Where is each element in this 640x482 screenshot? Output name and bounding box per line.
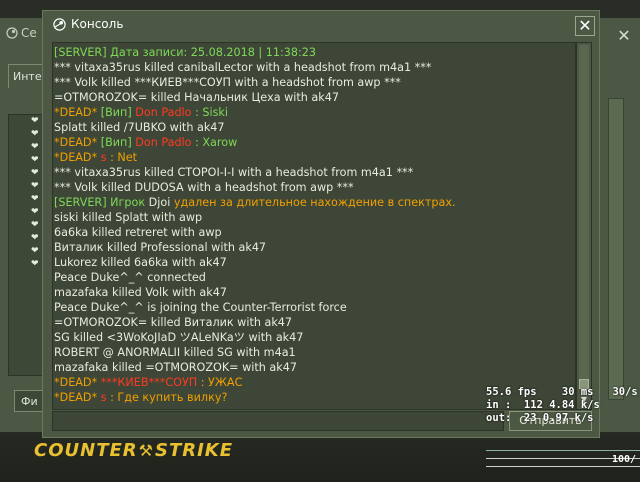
- scrollbar-track[interactable]: [579, 45, 589, 389]
- console-log-segment: *** vitaxa35rus killed СТОРОI-I-I with a…: [54, 166, 414, 179]
- net-graph: 55.6 fps 30 ms 30/s in : 112 4.84 k/s ou…: [486, 386, 640, 425]
- console-log-segment: Peace Duke^_^ is joining the Counter-Ter…: [54, 301, 347, 314]
- console-log[interactable]: [SERVER] Дата записи: 25.08.2018 | 11:38…: [52, 42, 576, 410]
- console-log-line: Lukorez killed 6a6ka with ak47: [54, 255, 575, 270]
- background-right-panel: ✕: [600, 18, 640, 438]
- console-log-segment: Splatt killed /7UBKO with ak47: [54, 121, 225, 134]
- console-log-line: Peace Duke^_^ connected: [54, 270, 575, 285]
- console-log-segment: Don Padlo: [135, 136, 192, 149]
- console-log-line: SG killed <3WoKoJIaD ツALeNKaツ with ak47: [54, 330, 575, 345]
- console-log-segment: удален за длительное нахождение в спектр…: [170, 196, 456, 209]
- console-log-segment: [SERVER]: [54, 196, 111, 209]
- console-log-line: *** vitaxa35rus killed canibalLector wit…: [54, 60, 575, 75]
- console-log-segment: Peace Duke^_^ connected: [54, 271, 206, 284]
- console-log-segment: mazafaka killed Volk with ak47: [54, 286, 227, 299]
- console-log-segment: Don Padlo: [135, 106, 192, 119]
- console-log-segment: [Вип]: [100, 106, 136, 119]
- steam-icon: [6, 27, 18, 39]
- console-log-line: *** vitaxa35rus killed СТОРОI-I-I with a…: [54, 165, 575, 180]
- console-log-segment: *DEAD*: [54, 376, 101, 389]
- console-log-segment: 6a6ka killed retreret with awp: [54, 226, 222, 239]
- console-log-segment: mazafaka killed =OTMOROZOK= with ak47: [54, 361, 297, 374]
- console-log-line: =OTMOROZOK= killed Начальник Цеха with a…: [54, 90, 575, 105]
- background-close-icon[interactable]: ✕: [614, 26, 634, 46]
- net-fps: 55.6 fps: [486, 386, 537, 398]
- net-out: out: 23 0.97 k/s: [486, 412, 594, 424]
- console-title: Консоль: [71, 17, 124, 31]
- console-log-segment: Игрок: [110, 196, 149, 209]
- console-log-line: Peace Duke^_^ is joining the Counter-Ter…: [54, 300, 575, 315]
- console-log-segment: : Net: [106, 151, 138, 164]
- logo-text-right: STRIKE: [154, 440, 234, 461]
- console-log-segment: ROBERT @ ANORMALII killed SG with m4a1: [54, 346, 296, 359]
- logo-mark-icon: ⚒: [138, 441, 154, 460]
- console-log-line: *** Volk killed ***КИЕВ***СОУП with a he…: [54, 75, 575, 90]
- hud-right-counter: 100/: [612, 454, 637, 465]
- net-in: in : 112 4.84 k/s: [486, 399, 600, 411]
- net-graph-row-1: 55.6 fps 30 ms 30/s: [486, 386, 640, 399]
- console-log-line: ROBERT @ ANORMALII killed SG with m4a1: [54, 345, 575, 360]
- background-window-titlebar: Се: [0, 18, 48, 48]
- console-log-segment: Djoi: [148, 196, 171, 209]
- console-log-line: Виталик killed Professional with ak47: [54, 240, 575, 255]
- console-log-segment: *** Volk killed DUDOSA with a headshot f…: [54, 181, 354, 194]
- console-log-segment: =OTMOROZOK= killed Виталик with ak47: [54, 316, 293, 329]
- console-log-line: *DEAD* [Вип] Don Padlo : Xarow: [54, 135, 575, 150]
- console-log-segment: : Где купить вилку?: [106, 391, 228, 404]
- console-log-segment: *** vitaxa35rus killed canibalLector wit…: [54, 61, 432, 74]
- console-log-segment: : УЖАС: [197, 376, 243, 389]
- net-ms: 30 ms: [561, 386, 594, 398]
- console-log-line: [SERVER] Игрок Djoi удален за длительное…: [54, 195, 575, 210]
- close-button[interactable]: ✕: [575, 16, 595, 36]
- net-rate: 30/s: [612, 386, 638, 398]
- console-log-line: *** Volk killed DUDOSA with a headshot f…: [54, 180, 575, 195]
- console-log-segment: : Siski: [191, 106, 229, 119]
- console-log-segment: Дата записи: 25.08.2018 | 11:38:23: [110, 46, 316, 59]
- steam-icon: [53, 18, 66, 31]
- console-log-line: [SERVER] Дата записи: 25.08.2018 | 11:38…: [54, 45, 575, 60]
- console-log-line: siski killed Splatt with awp: [54, 210, 575, 225]
- console-log-segment: *** Volk killed ***КИЕВ***СОУП with a he…: [54, 76, 401, 89]
- console-log-segment: siski killed Splatt with awp: [54, 211, 203, 224]
- console-log-line: =OTMOROZOK= killed Виталик with ak47: [54, 315, 575, 330]
- console-log-line: *DEAD* [Вип] Don Padlo : Siski: [54, 105, 575, 120]
- console-log-line: mazafaka killed Volk with ak47: [54, 285, 575, 300]
- console-log-line: Splatt killed /7UBKO with ak47: [54, 120, 575, 135]
- console-log-segment: *DEAD*: [54, 151, 101, 164]
- background-scrollbar[interactable]: [608, 98, 624, 400]
- console-log-segment: : Xarow: [191, 136, 238, 149]
- logo-text-left: COUNTER: [34, 440, 138, 461]
- console-log-segment: Lukorez killed 6a6ka with ak47: [54, 256, 227, 269]
- background-window-title: Се: [21, 26, 37, 40]
- console-log-segment: *DEAD*: [54, 136, 101, 149]
- console-log-lines: [SERVER] Дата записи: 25.08.2018 | 11:38…: [53, 43, 575, 405]
- console-log-segment: Виталик killed Professional with ak47: [54, 241, 267, 254]
- console-titlebar[interactable]: Консоль ✕: [43, 11, 599, 39]
- counter-strike-logo: COUNTER⚒STRIKE: [34, 440, 233, 461]
- console-log-segment: =OTMOROZOK= killed Начальник Цеха with a…: [54, 91, 339, 104]
- console-log-segment: *DEAD*: [54, 391, 101, 404]
- console-log-segment: [SERVER]: [54, 46, 111, 59]
- console-log-line: mazafaka killed =OTMOROZOK= with ak47: [54, 360, 575, 375]
- console-command-input[interactable]: [52, 411, 504, 431]
- console-scrollbar[interactable]: ▼: [576, 42, 592, 410]
- console-log-line: *DEAD* s : Net: [54, 150, 575, 165]
- console-log-segment: *DEAD*: [54, 106, 101, 119]
- console-window: Консоль ✕ [SERVER] Дата записи: 25.08.20…: [42, 10, 600, 438]
- console-log-line: 6a6ka killed retreret with awp: [54, 225, 575, 240]
- console-log-segment: [Вип]: [100, 136, 136, 149]
- console-log-segment: ***КИЕВ***СОУП: [100, 376, 198, 389]
- console-log-segment: SG killed <3WoKoJIaD ツALeNKaツ with ak47: [54, 331, 304, 344]
